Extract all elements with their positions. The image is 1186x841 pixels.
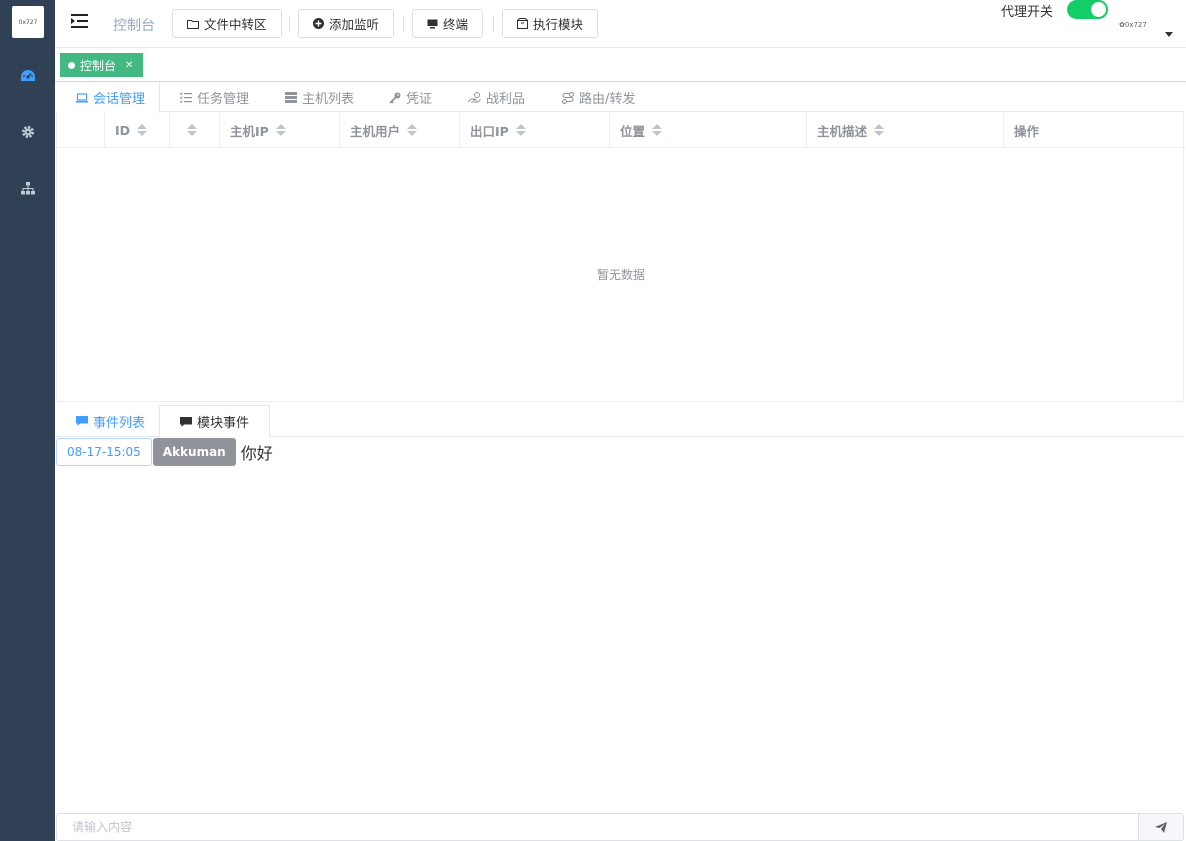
sidebar: 0x727 (0, 0, 55, 841)
avatar[interactable]: ✿0x727 (1119, 21, 1147, 29)
sessions-table: ID 主机IP 主机用户 出口IP 位置 主机描述 操作 暂无数据 (56, 112, 1185, 402)
folder-icon (187, 19, 199, 29)
th-label: 出口IP (470, 123, 509, 139)
th-host-desc[interactable]: 主机描述 (807, 112, 1004, 148)
tag-console[interactable]: 控制台 ✕ (60, 53, 144, 77)
tab-label: 事件列表 (93, 415, 146, 431)
divider (289, 16, 290, 32)
th-host-ip[interactable]: 主机IP (220, 112, 340, 148)
tab-sessions[interactable]: 会话管理 (76, 83, 145, 112)
tags-view: 控制台 ✕ (55, 48, 1186, 82)
sort-icon[interactable] (652, 124, 663, 136)
th-os[interactable] (170, 112, 220, 148)
th-label: 位置 (620, 123, 646, 139)
avatar-text: 0x727 (1124, 21, 1147, 29)
add-listener-label: 添加监听 (329, 17, 380, 32)
close-icon[interactable]: ✕ (125, 60, 133, 71)
th-location[interactable]: 位置 (610, 112, 807, 148)
th-select (57, 112, 105, 148)
sort-icon[interactable] (275, 124, 286, 136)
tab-events[interactable]: 事件列表 (56, 405, 165, 437)
tab-routes[interactable]: 路由/转发 (562, 83, 635, 112)
route-icon (562, 91, 574, 104)
tab-tasks[interactable]: 任务管理 (180, 83, 249, 112)
comment-icon (76, 416, 88, 426)
event-item: 08-17-15:05 Akkuman 你好 (56, 438, 273, 466)
main-tabs: 会话管理 任务管理 主机列表 凭证 战利品 路由/转发 (56, 83, 1184, 113)
proxy-switch-label: 代理开关 (1001, 5, 1054, 20)
event-user-tag: Akkuman (152, 438, 236, 466)
tab-label: 任务管理 (197, 92, 250, 107)
paper-plane-icon (1155, 821, 1167, 833)
tab-label: 路由/转发 (579, 92, 636, 107)
sort-icon[interactable] (874, 124, 885, 136)
file-transfer-label: 文件中转区 (204, 17, 267, 32)
tag-dot (68, 61, 75, 69)
logo-text: 0x727 (18, 18, 38, 26)
tab-module-events[interactable]: 模块事件 (159, 405, 271, 437)
th-id[interactable]: ID (105, 112, 170, 148)
exec-module-label: 执行模块 (533, 17, 584, 32)
th-egress-ip[interactable]: 出口IP (460, 112, 610, 148)
logo[interactable]: 0x727 (12, 6, 44, 38)
th-label: ID (115, 122, 131, 138)
chat-input[interactable] (57, 814, 1139, 840)
tag-label: 控制台 (80, 58, 117, 73)
dashboard-icon[interactable] (18, 66, 38, 86)
th-label: 主机用户 (350, 123, 401, 139)
event-tabs: 事件列表 模块事件 (56, 405, 1184, 437)
file-transfer-button[interactable]: 文件中转区 (172, 9, 282, 38)
hand-coins-icon (468, 92, 481, 103)
terminal-button[interactable]: 终端 (412, 9, 484, 38)
sort-icon[interactable] (515, 124, 526, 136)
comment-icon (180, 416, 192, 427)
tab-loot[interactable]: 战利品 (468, 83, 525, 112)
th-actions: 操作 (1004, 112, 1185, 148)
th-label: 主机描述 (817, 123, 868, 139)
plus-circle-icon (313, 18, 324, 29)
switch-knob (1091, 2, 1106, 17)
navbar: 控制台 文件中转区 添加监听 终端 执行模块 代理开关 ✿0x727 (55, 0, 1186, 48)
tab-label: 主机列表 (302, 92, 355, 107)
gear-icon[interactable] (18, 122, 38, 142)
hamburger-icon[interactable] (71, 13, 91, 33)
th-host-user[interactable]: 主机用户 (340, 112, 460, 148)
tab-label: 会话管理 (93, 92, 146, 107)
th-label: 操作 (1014, 123, 1040, 139)
laptop-icon (76, 92, 88, 102)
th-label: 主机IP (230, 123, 269, 139)
tab-credentials[interactable]: 凭证 (389, 83, 432, 112)
caret-down-icon[interactable] (1165, 32, 1173, 37)
monitor-icon (427, 19, 438, 28)
box-icon (517, 18, 528, 29)
empty-text: 暂无数据 (596, 268, 645, 282)
exec-module-button[interactable]: 执行模块 (502, 9, 599, 38)
sort-icon[interactable] (187, 124, 197, 136)
terminal-label: 终端 (443, 17, 469, 32)
breadcrumb: 控制台 (113, 18, 155, 34)
sort-icon[interactable] (407, 124, 418, 136)
event-message: 你好 (240, 444, 273, 463)
chat-input-group (56, 813, 1184, 841)
proxy-switch[interactable] (1067, 0, 1108, 19)
table-header: ID 主机IP 主机用户 出口IP 位置 主机描述 操作 (57, 112, 1185, 148)
tab-label: 模块事件 (197, 416, 250, 431)
key-icon (389, 92, 401, 104)
sitemap-icon[interactable] (18, 178, 38, 198)
send-button[interactable] (1138, 814, 1183, 840)
divider (493, 16, 494, 32)
sort-icon[interactable] (137, 124, 148, 136)
server-icon (285, 92, 297, 103)
add-listener-button[interactable]: 添加监听 (298, 9, 395, 38)
divider (403, 16, 404, 32)
event-time-tag: 08-17-15:05 (56, 438, 152, 466)
list-check-icon (180, 92, 192, 103)
tab-hosts[interactable]: 主机列表 (285, 83, 354, 112)
tab-label: 战利品 (486, 92, 526, 107)
tab-label: 凭证 (406, 92, 433, 107)
